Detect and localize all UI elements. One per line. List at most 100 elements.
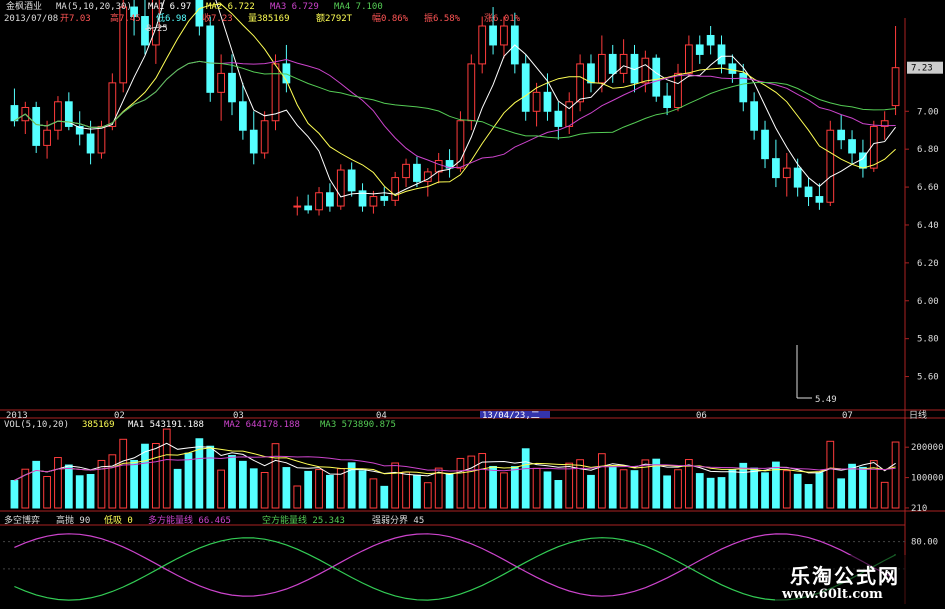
candle-body	[587, 63, 595, 84]
volume-bar	[685, 459, 693, 509]
candle-body	[369, 196, 378, 207]
volume-bar	[630, 470, 639, 509]
volume-tick-label: 200000	[911, 443, 944, 453]
indicator-low: 低吸 0	[104, 516, 133, 526]
volume-bar	[728, 469, 737, 509]
period-label: 日线	[909, 409, 927, 421]
candle-body	[728, 63, 737, 74]
candle-body	[32, 106, 41, 146]
time-axis-label: 06	[696, 411, 707, 421]
candle-body	[608, 53, 617, 74]
candle-body	[543, 91, 552, 112]
volume-bar	[500, 472, 508, 509]
volume-bar	[608, 466, 617, 509]
volume-bar	[184, 452, 193, 509]
candle-body	[793, 167, 802, 188]
volume-bar	[413, 474, 421, 509]
volume-bar	[119, 438, 128, 509]
volume-value: 385169	[82, 420, 115, 430]
volume-bar	[859, 466, 867, 509]
quote-amplitude: 振6.58%	[424, 14, 461, 24]
watermark-url: www.60lt.com	[782, 587, 883, 602]
quote-change: 幅0.86%	[372, 14, 409, 24]
volume-bar	[369, 478, 378, 509]
volume-bar	[249, 468, 258, 509]
candle-body	[891, 67, 900, 107]
ma2-value: MA2 6.722	[206, 2, 255, 12]
candle-body	[206, 25, 215, 93]
volume-bar	[837, 478, 846, 509]
volume-bar	[239, 460, 247, 509]
ma3-value: MA3 6.729	[270, 2, 319, 12]
time-axis-label: 07	[842, 411, 853, 421]
candle-body	[500, 25, 508, 46]
indicator-tick-label: 80.00	[911, 538, 938, 548]
low-marker-label: 5.49	[815, 395, 837, 405]
volume-bar	[772, 461, 780, 509]
indicator-high: 高抛 90	[56, 516, 91, 526]
candle-body	[597, 53, 606, 84]
price-tick-label: 6.80	[917, 145, 939, 155]
candle-body	[652, 57, 661, 97]
candle-body	[271, 63, 280, 122]
volume-bar	[663, 475, 671, 509]
candle-body	[782, 167, 791, 179]
volume-bar	[75, 475, 84, 509]
ma-params: MA(5,10,20,30)	[56, 2, 132, 12]
volume-bar	[521, 448, 530, 509]
volume-bar	[706, 477, 715, 509]
candle-body	[826, 129, 835, 203]
volume-bar	[793, 473, 802, 509]
ma4-value: MA4 7.100	[334, 2, 383, 12]
volume-bar	[554, 480, 563, 509]
volume-bar	[750, 467, 759, 509]
volume-bar	[391, 462, 400, 509]
volume-bar	[445, 473, 454, 509]
ma4-line	[14, 60, 896, 139]
volume-bar	[619, 469, 628, 509]
candle-body	[489, 25, 497, 46]
volume-bar	[815, 472, 824, 509]
ma1-value: MA1 6.97	[148, 2, 192, 12]
watermark-title: 乐淘公式网	[790, 564, 900, 588]
volume-bar	[587, 474, 595, 509]
quote-high: 高7.45	[110, 14, 141, 24]
candle-body	[685, 44, 693, 74]
volume-bar	[282, 467, 291, 509]
volume-bar	[217, 469, 225, 509]
volume-tick-label: 210	[911, 504, 927, 514]
volume-bar	[489, 465, 497, 509]
candle-body	[86, 133, 95, 154]
candle-body	[619, 53, 628, 74]
candle-body	[326, 192, 334, 207]
volume-bar	[260, 471, 269, 509]
candle-body	[217, 72, 225, 93]
multi-energy-line	[14, 533, 896, 597]
price-tick-label: 7.00	[917, 107, 939, 117]
volume-bar	[32, 460, 41, 509]
volume-bar	[358, 470, 367, 509]
volume-bar	[576, 459, 584, 509]
volume-bar	[456, 457, 465, 509]
volume-bar	[597, 453, 606, 509]
candle-body	[554, 110, 563, 127]
candle-body	[336, 169, 345, 207]
volume-bar	[380, 485, 389, 509]
indicator-multi: 多方能量线 66.465	[148, 516, 231, 526]
candle-body	[706, 34, 715, 46]
candle-body	[815, 196, 824, 203]
candle-body	[380, 196, 389, 201]
candle-body	[293, 205, 302, 208]
candle-body	[97, 125, 106, 154]
candle-body	[304, 205, 313, 211]
volume-bar	[130, 459, 138, 509]
volume-ma2: MA2 644178.188	[224, 420, 300, 430]
volume-bar	[304, 470, 313, 509]
candle-body	[54, 101, 62, 131]
candle-body	[43, 129, 51, 146]
quote-low: 低6.98	[156, 14, 187, 24]
candle-body	[260, 120, 269, 154]
volume-bar	[315, 469, 323, 509]
stock-chart-canvas[interactable]: 7.00 6.80 6.60 6.40 6.20 6.00 5.80 5.60 7.23 2013…	[0, 0, 945, 609]
candle-body	[674, 72, 682, 108]
